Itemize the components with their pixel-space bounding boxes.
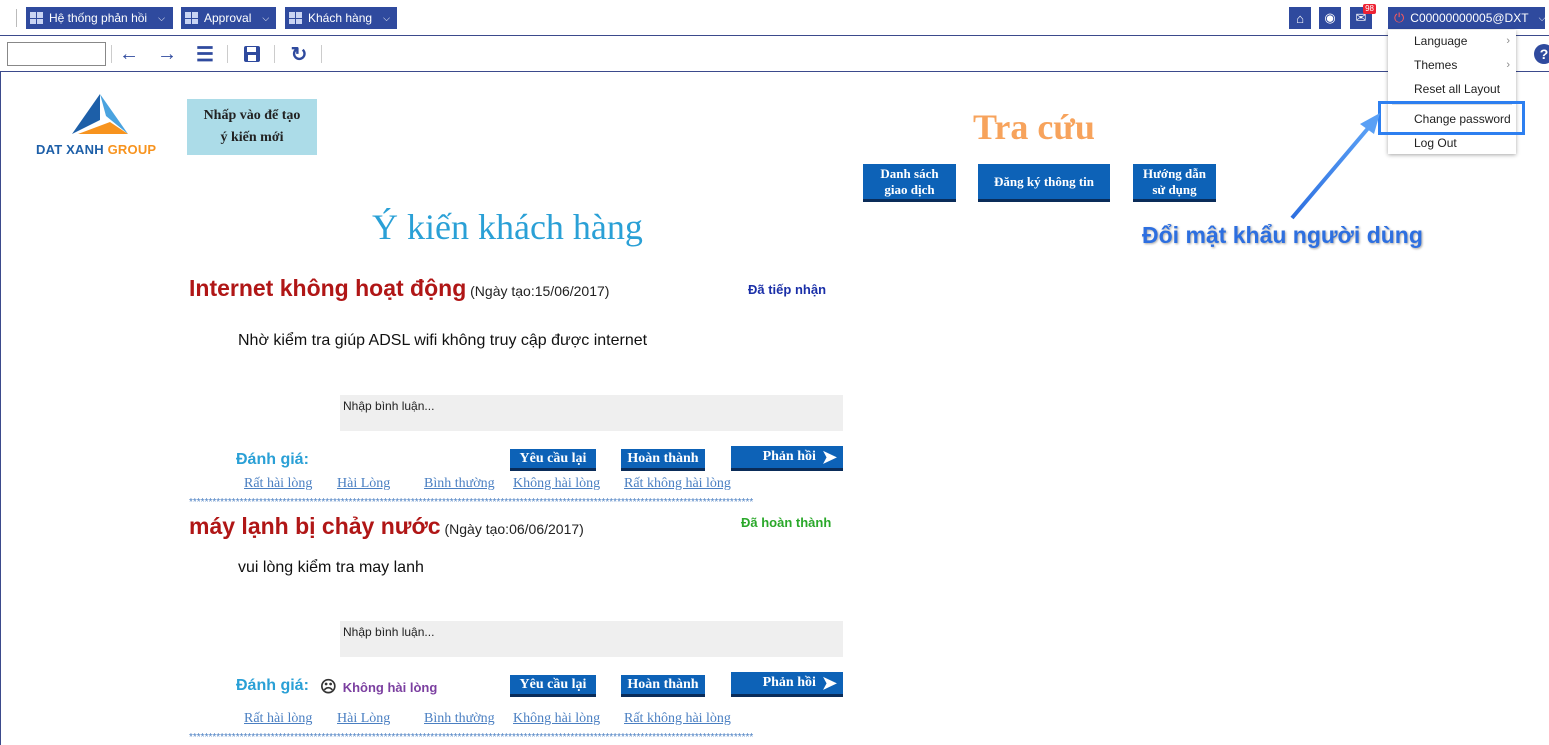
home-icon: ⌂ <box>1296 10 1304 26</box>
annotation-callout: Đổi mật khẩu người dùng <box>1142 222 1423 248</box>
divider <box>321 45 322 63</box>
rating-satisfied[interactable]: Hài Lòng <box>337 711 390 727</box>
user-dropdown-menu: Language › Themes › Reset all Layout Cha… <box>1388 30 1516 154</box>
logo-suffix: GROUP <box>103 142 157 157</box>
menu-feedback-system[interactable]: Hệ thống phản hồi ⌵ <box>26 7 173 29</box>
feedback-title: Internet không hoạt động (Ngày tạo:15/06… <box>189 275 609 302</box>
list-icon[interactable]: ☰ <box>194 43 216 66</box>
chevron-right-icon: › <box>1506 59 1510 71</box>
divider <box>274 45 275 63</box>
rating-unsatisfied[interactable]: Không hài lòng <box>513 711 600 727</box>
user-guide-button[interactable]: Hướng dẫn sử dụng <box>1133 164 1216 202</box>
divider <box>16 9 17 27</box>
complete-button[interactable]: Hoàn thành <box>621 675 705 697</box>
menu-approval[interactable]: Approval ⌵ <box>181 7 276 29</box>
feedback-content: vui lòng kiểm tra may lanh <box>238 559 424 576</box>
paper-plane-icon: ➤ <box>821 673 837 693</box>
menu-label: Approval <box>204 11 252 25</box>
logo-mark-icon <box>72 94 128 134</box>
chevron-right-icon: › <box>1506 35 1510 47</box>
toolbar: ← → ☰ ↻ ? <box>0 36 1549 72</box>
comment-input[interactable]: Nhập bình luận... <box>340 395 843 431</box>
reply-label: Phản hồi <box>762 675 816 690</box>
rating-normal[interactable]: Bình thường <box>424 476 495 492</box>
change-password-highlight <box>1378 101 1525 135</box>
feedback-date: (Ngày tạo:06/06/2017) <box>440 521 584 537</box>
request-again-button[interactable]: Yêu cầu lại <box>510 675 596 697</box>
menu-item-themes[interactable]: Themes <box>1414 58 1457 72</box>
selected-rating: ☹ Không hài lòng <box>320 677 437 697</box>
separator: ****************************************… <box>189 497 754 508</box>
divider <box>227 45 228 63</box>
home-button[interactable]: ⌂ <box>1289 7 1311 29</box>
divider <box>111 45 112 63</box>
content-border <box>0 72 1 745</box>
menu-label: Khách hàng <box>308 11 373 25</box>
rating-label: Đánh giá: <box>236 677 309 694</box>
menu-item-logout[interactable]: Log Out <box>1414 136 1457 150</box>
feedback-content: Nhờ kiểm tra giúp ADSL wifi không truy c… <box>238 332 648 349</box>
register-info-button[interactable]: Đăng ký thông tin <box>978 164 1110 202</box>
menu-customer[interactable]: Khách hàng ⌵ <box>285 7 397 29</box>
rating-very-unsatisfied[interactable]: Rất không hài lòng <box>624 476 731 492</box>
page-title: Ý kiến khách hàng <box>372 207 643 247</box>
grid-icon <box>185 12 199 24</box>
feedback-title-text: Internet không hoạt động <box>189 275 467 301</box>
menu-item-language[interactable]: Language <box>1414 34 1467 48</box>
request-again-button[interactable]: Yêu cầu lại <box>510 449 596 471</box>
separator: ****************************************… <box>189 732 754 743</box>
complete-button[interactable]: Hoàn thành <box>621 449 705 471</box>
rating-satisfied[interactable]: Hài Lòng <box>337 476 390 492</box>
logo-brand: DAT XANH <box>36 142 104 157</box>
transactions-list-button[interactable]: Danh sách giao dịch <box>863 164 956 202</box>
rating-very-satisfied[interactable]: Rất hài lòng <box>244 476 312 492</box>
back-arrow-icon[interactable]: ← <box>118 43 140 65</box>
menu-item-reset-layout[interactable]: Reset all Layout <box>1414 82 1500 96</box>
rating-label: Đánh giá: <box>236 451 309 468</box>
rating-unsatisfied[interactable]: Không hài lòng <box>513 476 600 492</box>
user-menu-button[interactable]: ⏻ C00000000005@DXT ⌵ <box>1388 7 1545 29</box>
user-label: C00000000005@DXT <box>1410 11 1529 25</box>
chevron-down-icon: ⌵ <box>1538 12 1546 23</box>
profile-button[interactable]: ◉ <box>1319 7 1341 29</box>
create-opinion-button[interactable]: Nhấp vào để tạo ý kiến mới <box>187 99 317 155</box>
notifications-button[interactable]: ✉ 98 <box>1350 4 1376 29</box>
rating-very-unsatisfied[interactable]: Rất không hài lòng <box>624 711 731 727</box>
top-menu-bar: Hệ thống phản hồi ⌵ Approval ⌵ Khách hàn… <box>0 0 1549 36</box>
status-badge: Đã hoàn thành <box>741 515 832 530</box>
frown-face-icon: ☹ <box>320 679 337 696</box>
contact-card-icon: ◉ <box>1324 10 1336 25</box>
reply-button[interactable]: Phản hồi ➤ <box>731 446 843 471</box>
rating-very-satisfied[interactable]: Rất hài lòng <box>244 711 312 727</box>
status-badge: Đã tiếp nhận <box>748 282 827 297</box>
grid-icon <box>30 12 44 24</box>
power-icon: ⏻ <box>1394 10 1405 25</box>
record-search-input[interactable] <box>7 42 106 66</box>
save-icon[interactable] <box>241 43 263 65</box>
selected-rating-text: Không hài lòng <box>342 679 438 695</box>
rating-normal[interactable]: Bình thường <box>424 711 495 727</box>
notification-badge: 98 <box>1363 4 1376 14</box>
feedback-title: máy lạnh bị chảy nước (Ngày tạo:06/06/20… <box>189 513 584 540</box>
logo-text: DAT XANH GROUP <box>36 142 156 157</box>
feedback-date: (Ngày tạo:15/06/2017) <box>466 283 610 299</box>
menu-label: Hệ thống phản hồi <box>49 11 148 25</box>
reply-button[interactable]: Phản hồi ➤ <box>731 672 843 697</box>
paper-plane-icon: ➤ <box>821 447 837 467</box>
reply-label: Phản hồi <box>762 449 816 464</box>
chevron-down-icon: ⌵ <box>262 12 270 23</box>
comment-input[interactable]: Nhập bình luận... <box>340 621 843 657</box>
chevron-down-icon: ⌵ <box>383 12 390 23</box>
help-icon[interactable]: ? <box>1534 44 1549 64</box>
chevron-down-icon: ⌵ <box>158 12 165 23</box>
refresh-icon[interactable]: ↻ <box>288 43 310 66</box>
grid-icon <box>289 12 303 24</box>
feedback-title-text: máy lạnh bị chảy nước <box>189 513 441 539</box>
forward-arrow-icon[interactable]: → <box>156 43 178 65</box>
company-logo: DAT XANH GROUP <box>36 92 166 162</box>
lookup-title: Tra cứu <box>973 107 1095 147</box>
